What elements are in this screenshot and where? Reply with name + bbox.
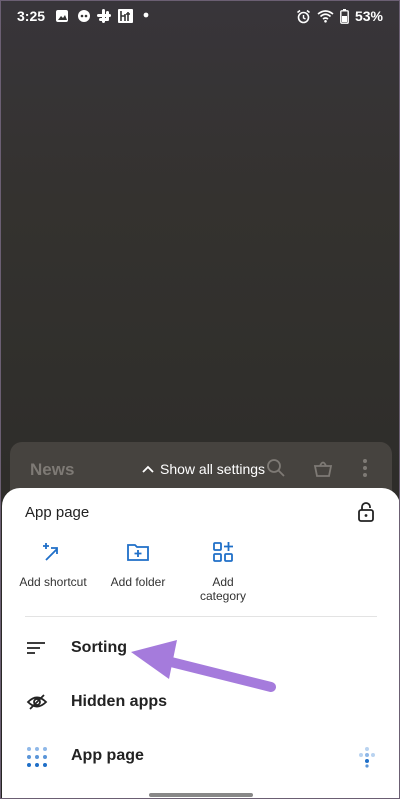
battery-percent: 53% [354,8,383,24]
navigation-gesture-bar[interactable] [149,793,253,797]
lock-open-icon[interactable] [357,501,375,523]
slack-icon [97,9,111,23]
show-all-settings-button[interactable]: Show all settings [142,461,265,477]
app-page-option[interactable]: App page [2,737,399,777]
add-shortcut-icon [43,543,58,561]
app-page-label: App page [71,747,144,764]
sorting-option[interactable]: Sorting [2,629,399,669]
grid-dots-icon [27,747,47,767]
hidden-apps-label: Hidden apps [71,693,168,710]
page-dots-icon [359,747,375,768]
add-category-button[interactable]: Add category [188,541,258,603]
news-tab[interactable]: News [30,460,74,480]
eye-off-icon [26,694,48,710]
search-icon[interactable] [266,458,286,478]
sorting-label: Sorting [71,639,127,656]
status-time: 3:25 [17,8,46,24]
add-folder-button[interactable]: Add folder [105,541,171,589]
add-shortcut-button[interactable]: Add shortcut [18,541,88,589]
hidden-apps-option[interactable]: Hidden apps [2,683,399,723]
chevron-up-icon [142,465,154,473]
sheet-divider [25,616,377,617]
more-options-icon[interactable] [362,458,368,478]
add-category-icon [213,542,233,562]
shop-icon[interactable] [313,458,333,478]
battery-icon [340,8,349,24]
add-folder-label: Add folder [110,575,166,589]
app-notification-icon [78,10,90,22]
status-bar: 3:25 53% [1,1,399,31]
app-page-bottom-sheet: App page Add shortcut Add folder Add cat… [2,488,399,798]
image-icon [56,10,68,22]
sort-icon [27,642,45,654]
alarm-icon [296,9,310,23]
ht-app-icon [118,9,133,23]
wifi-icon [317,10,334,23]
add-folder-icon [127,544,149,561]
add-shortcut-label: Add shortcut [19,575,87,589]
add-category-label: Add category [199,575,247,603]
phone-screen: 3:25 53% News Show all settings App page… [0,0,400,799]
sheet-title: App page [25,504,90,521]
more-notifications-icon [143,12,149,18]
show-all-settings-label: Show all settings [160,461,266,477]
